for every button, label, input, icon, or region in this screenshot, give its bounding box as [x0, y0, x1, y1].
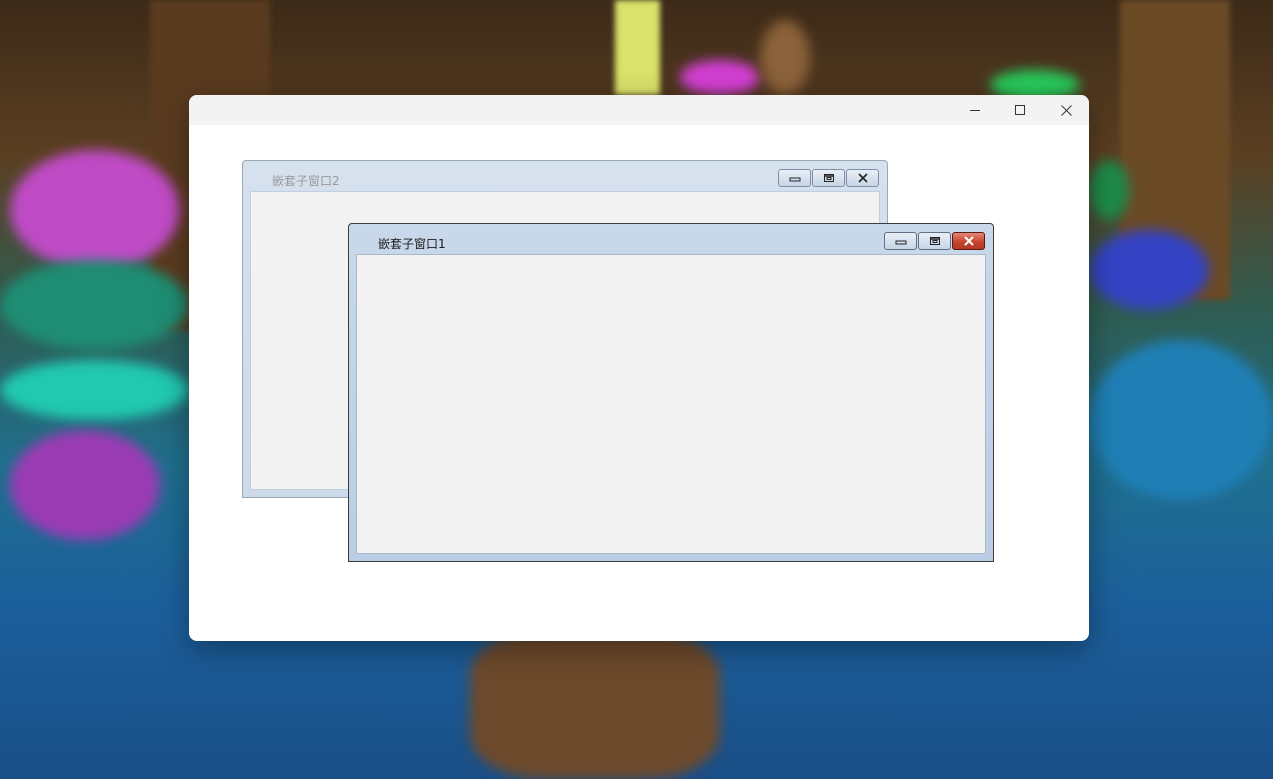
wallpaper-flowers-left	[10, 150, 180, 270]
maximize-icon	[1015, 105, 1025, 115]
wallpaper-moss-left	[0, 260, 189, 350]
wallpaper-flowers-lower-left	[10, 430, 160, 540]
child1-client-area[interactable]	[356, 254, 986, 554]
restore-icon	[823, 174, 834, 182]
close-icon	[1060, 104, 1072, 116]
wallpaper-glow-water-left	[0, 360, 189, 420]
wallpaper-creature-ear	[760, 20, 810, 95]
child1-restore-button[interactable]	[918, 232, 951, 250]
child2-titlebar[interactable]: 嵌套子窗口2	[243, 161, 887, 191]
wallpaper-creature-leg	[470, 630, 720, 779]
wallpaper-water-right	[1089, 340, 1273, 500]
minimize-button[interactable]	[952, 95, 998, 125]
main-titlebar[interactable]	[189, 95, 1089, 125]
child2-title: 嵌套子窗口2	[272, 174, 340, 188]
child1-titlebar[interactable]: 嵌套子窗口1	[349, 224, 993, 254]
wallpaper-light-beam	[615, 0, 660, 95]
wallpaper-blue-flowers-right	[1089, 230, 1209, 310]
child1-close-button[interactable]	[952, 232, 985, 250]
child1-minimize-button[interactable]	[884, 232, 917, 250]
child2-minimize-button[interactable]	[778, 169, 811, 187]
child1-title: 嵌套子窗口1	[378, 237, 446, 251]
close-icon	[857, 173, 868, 183]
maximize-button[interactable]	[997, 95, 1043, 125]
wallpaper-flowers-top	[680, 60, 760, 95]
restore-icon	[929, 237, 940, 245]
minimize-icon	[789, 177, 800, 182]
main-window: 嵌套子窗口2 嵌套子窗口1	[189, 95, 1089, 641]
minimize-icon	[895, 240, 906, 245]
mdi-child-window-1[interactable]: 嵌套子窗口1	[348, 223, 994, 562]
child2-close-button[interactable]	[846, 169, 879, 187]
minimize-icon	[970, 110, 980, 111]
close-button[interactable]	[1043, 95, 1089, 125]
wallpaper-green-bush-right-2	[1089, 160, 1129, 220]
close-icon	[963, 236, 974, 246]
child2-restore-button[interactable]	[812, 169, 845, 187]
